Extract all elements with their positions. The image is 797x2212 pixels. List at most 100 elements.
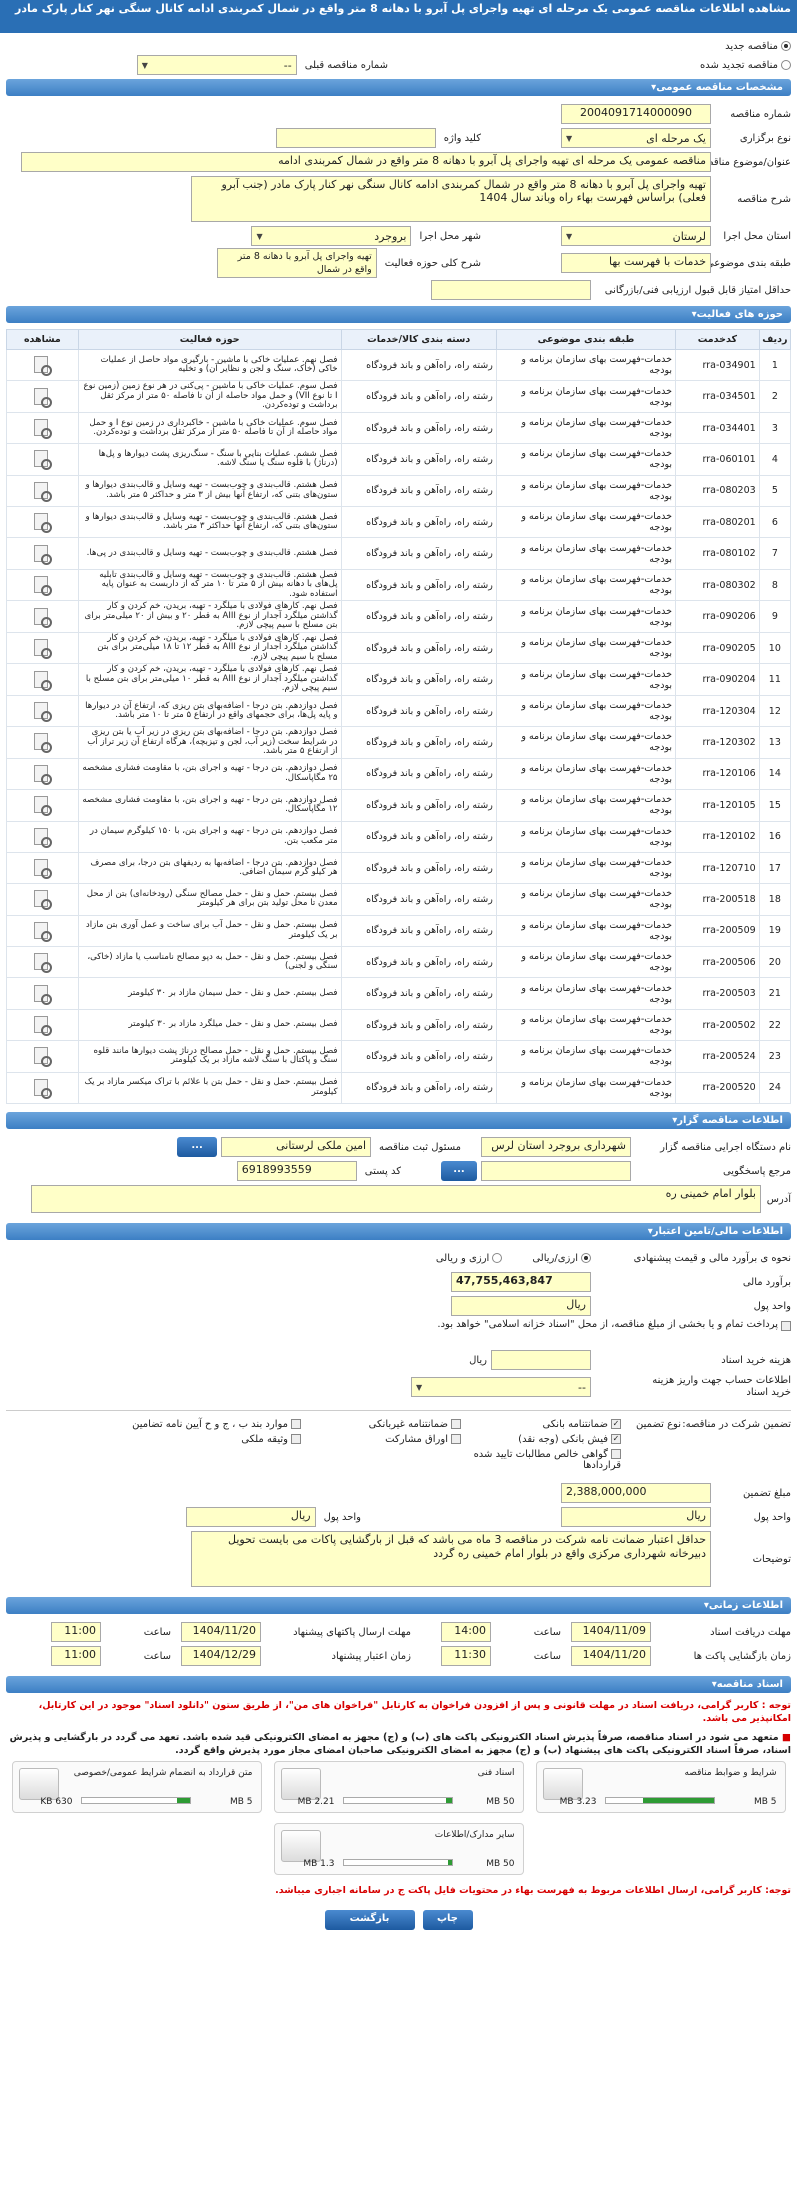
view-cell[interactable]	[6, 883, 79, 916]
view-document-icon[interactable]	[33, 984, 53, 1005]
guarantee-option[interactable]: ضمانتنامه غیربانکی	[301, 1419, 461, 1430]
table-cell: فصل بیستم. حمل و نقل - حمل مصالح سنگی (ر…	[77, 883, 342, 916]
view-cell[interactable]	[6, 914, 79, 948]
table-cell: فصل نهم. کارهای فولادی با میلگرد - تهیه،…	[77, 663, 342, 696]
view-document-icon[interactable]	[33, 512, 53, 534]
table-cell: رشته راه، راه‌آهن و باند فرودگاه	[340, 1040, 497, 1073]
view-cell[interactable]	[6, 726, 79, 759]
guarantee-option[interactable]: اوراق مشارکت	[301, 1434, 461, 1445]
table-row: 12 rra-120304 خدمات-فهرست بهای سازمان برنا…	[6, 694, 792, 728]
back-button[interactable]: بازگشت	[324, 1910, 415, 1931]
table-cell: 21	[758, 977, 792, 1010]
view-cell[interactable]	[6, 1008, 79, 1042]
renewed-tender-radio[interactable]	[781, 60, 791, 70]
view-cell[interactable]	[6, 694, 79, 728]
holding-type-select[interactable]: یک مرحله ای ▼	[561, 128, 711, 148]
table-cell: رشته راه، راه‌آهن و باند فرودگاه	[340, 820, 497, 853]
view-document-icon[interactable]	[33, 481, 53, 502]
view-cell[interactable]	[6, 851, 79, 885]
timing-section-header[interactable]: اطلاعات زمانی	[6, 1597, 791, 1615]
organizer-section-header[interactable]: اطلاعات مناقصه گزار	[6, 1112, 791, 1130]
table-cell: خدمات-فهرست بهای سازمان برنامه و بودجه	[495, 789, 677, 822]
view-document-icon[interactable]	[33, 607, 53, 628]
column-header: مشاهده	[6, 329, 79, 350]
view-document-icon[interactable]	[33, 1015, 53, 1037]
view-document-icon[interactable]	[33, 921, 53, 942]
doc-max-size: 50 MB	[486, 1797, 515, 1808]
chevron-down-icon: ▼	[416, 1382, 423, 1392]
guarantee-option[interactable]: موارد بند ب ، ج و ح آیین نامه تضامین	[81, 1419, 301, 1430]
view-cell[interactable]	[6, 1071, 79, 1105]
view-cell[interactable]	[6, 977, 79, 1010]
table-cell: خدمات-فهرست بهای سازمان برنامه و بودجه	[495, 600, 677, 633]
doc-cost-input[interactable]	[491, 1350, 591, 1371]
view-cell[interactable]	[6, 474, 79, 508]
view-cell[interactable]	[6, 789, 79, 822]
view-document-icon[interactable]	[33, 701, 53, 723]
guarantee-option[interactable]: گواهی خالص مطالبات تایید شده قراردادها	[461, 1449, 621, 1471]
ref-input[interactable]	[481, 1161, 631, 1182]
fx-radio[interactable]	[492, 1253, 503, 1264]
view-cell[interactable]	[6, 663, 79, 696]
activities-section-header[interactable]: حوزه های فعالیت	[6, 306, 791, 323]
view-cell[interactable]	[6, 757, 79, 791]
scope-list[interactable]: تهیه واجرای پل آبرو با دهانه 8 متر واقع …	[216, 248, 377, 278]
finance-section-header[interactable]: اطلاعات مالی/تامین اعتبار	[6, 1223, 791, 1241]
new-tender-radio[interactable]	[781, 41, 791, 51]
view-cell[interactable]	[6, 568, 79, 602]
view-document-icon[interactable]	[33, 764, 53, 785]
doc-file-box[interactable]: سایر مدارک/اطلاعات 50 MB 1.3 MB	[273, 1823, 524, 1876]
view-document-icon[interactable]	[33, 449, 53, 471]
guarantee-option[interactable]: وثیقه ملکی	[81, 1434, 301, 1445]
guarantee-option[interactable]: ✓فیش بانکی (وجه نقد)	[461, 1434, 621, 1445]
view-document-icon[interactable]	[33, 1046, 53, 1068]
view-cell[interactable]	[6, 537, 79, 570]
view-cell[interactable]	[6, 506, 79, 539]
view-document-icon[interactable]	[33, 952, 53, 974]
resp-more-button[interactable]: ...	[177, 1137, 218, 1158]
ref-more-button[interactable]: ...	[441, 1161, 477, 1182]
doc-file-box[interactable]: اسناد فنی 50 MB 2.21 MB	[273, 1761, 524, 1814]
view-document-icon[interactable]	[33, 387, 53, 408]
view-document-icon[interactable]	[33, 418, 53, 440]
chevron-down-icon: ▼	[566, 133, 573, 143]
table-cell: فصل دوازدهم. بتن درجا - اضافه‌بها به ردی…	[77, 851, 342, 885]
view-cell[interactable]	[6, 348, 79, 382]
view-document-icon[interactable]	[33, 355, 53, 377]
view-cell[interactable]	[6, 380, 79, 413]
keyword-input[interactable]	[275, 128, 436, 148]
min-score-input[interactable]	[431, 280, 591, 300]
province-select[interactable]: لرستان ▼	[561, 226, 711, 246]
view-document-icon[interactable]	[33, 575, 53, 597]
view-cell[interactable]	[6, 820, 79, 853]
treasury-checkbox[interactable]	[781, 1321, 791, 1332]
view-document-icon[interactable]	[33, 858, 53, 880]
view-cell[interactable]	[6, 1040, 79, 1073]
docs-section-header[interactable]: اسناد مناقصه	[6, 1676, 791, 1694]
general-section-header[interactable]: مشخصات مناقصه عمومی	[6, 79, 791, 96]
view-document-icon[interactable]	[33, 638, 53, 660]
view-document-icon[interactable]	[33, 795, 53, 817]
view-document-icon[interactable]	[33, 732, 53, 754]
time-label: ساعت	[533, 1626, 561, 1638]
view-cell[interactable]	[6, 631, 79, 665]
prev-tender-select[interactable]: -- ▼	[136, 55, 297, 75]
view-cell[interactable]	[6, 946, 79, 979]
account-select[interactable]: -- ▼	[411, 1377, 591, 1398]
view-cell[interactable]	[6, 411, 79, 445]
table-cell: رشته راه، راه‌آهن و باند فرودگاه	[340, 851, 497, 885]
view-document-icon[interactable]	[33, 670, 53, 691]
view-document-icon[interactable]	[33, 889, 53, 911]
table-row: 21 rra-200503 خدمات-فهرست بهای سازمان برنا…	[6, 977, 792, 1010]
view-cell[interactable]	[6, 443, 79, 476]
city-select[interactable]: بروجرد ▼	[251, 226, 412, 246]
view-document-icon[interactable]	[33, 544, 53, 565]
doc-file-box[interactable]: شرایط و ضوابط مناقصه 5 MB 3.23 MB	[535, 1761, 786, 1814]
print-button[interactable]: چاپ	[422, 1910, 473, 1931]
view-document-icon[interactable]	[33, 1078, 53, 1099]
rial-radio[interactable]	[581, 1253, 591, 1264]
guarantee-option[interactable]: ✓ضمانتنامه بانکی	[461, 1419, 621, 1430]
view-cell[interactable]	[6, 600, 79, 633]
view-document-icon[interactable]	[33, 827, 53, 848]
doc-file-box[interactable]: متن قرارداد به انضمام شرایط عمومی/خصوصی 5…	[11, 1761, 262, 1814]
